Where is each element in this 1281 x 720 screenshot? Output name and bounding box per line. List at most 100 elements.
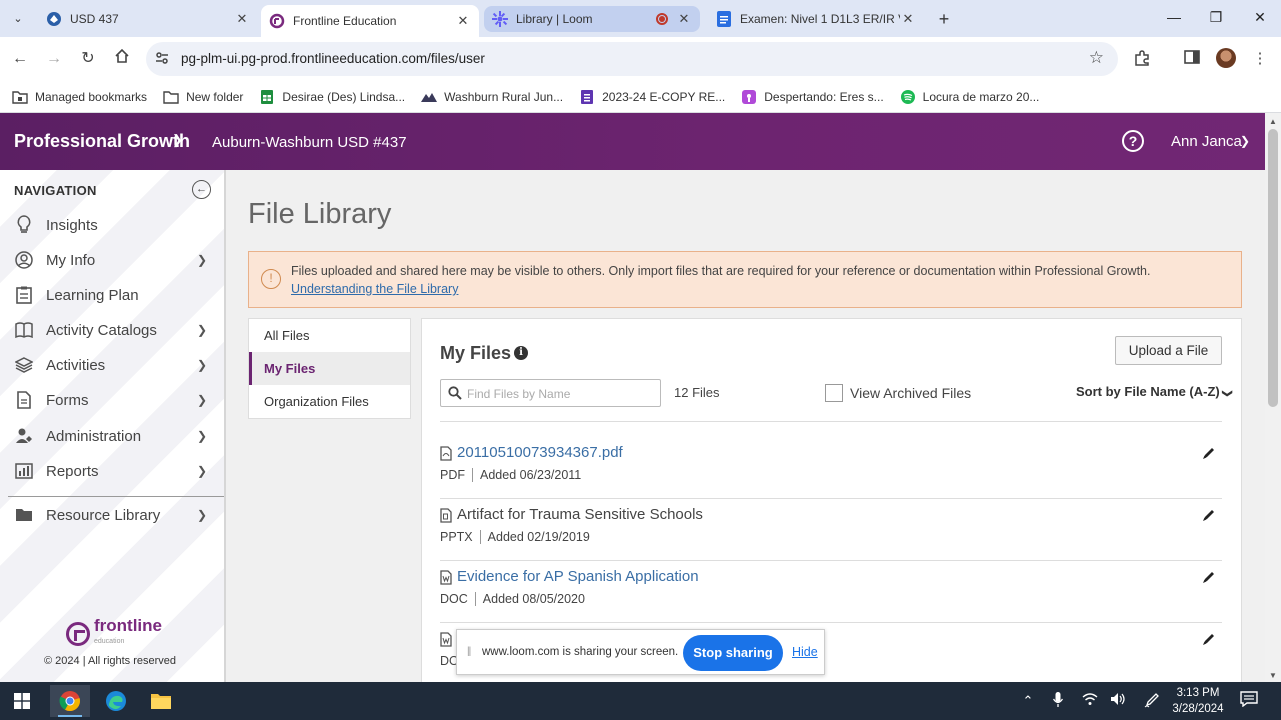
edit-pencil-icon[interactable] (1202, 508, 1216, 525)
file-name-link[interactable]: 20110510073934367.pdf (457, 444, 623, 461)
tab-frontline[interactable]: Frontline Education ✕ (261, 5, 479, 37)
profile-avatar[interactable] (1216, 48, 1236, 68)
close-icon[interactable]: ✕ (676, 11, 692, 27)
sidebar-item-activities[interactable]: Activities ❯ (0, 350, 224, 380)
frontline-logo-mark (66, 622, 90, 646)
chevron-right-icon: ❯ (196, 253, 208, 267)
sidebar-divider (8, 496, 224, 497)
back-icon[interactable]: ← (9, 48, 31, 70)
sidebar-item-reports[interactable]: Reports ❯ (0, 456, 224, 486)
hide-sharing-bar-link[interactable]: Hide (792, 645, 818, 659)
tab-loom[interactable]: Library | Loom ✕ (484, 6, 700, 32)
user-menu[interactable]: Ann Janca (1171, 133, 1242, 150)
windows-start-icon[interactable] (2, 685, 42, 717)
close-icon[interactable]: ✕ (900, 11, 916, 27)
sidebar-item-activity-catalogs[interactable]: Activity Catalogs ❯ (0, 315, 224, 345)
home-icon[interactable] (111, 48, 133, 70)
bookmark-desirae[interactable]: Desirae (Des) Lindsa... (259, 89, 406, 104)
sidebar-item-forms[interactable]: Forms ❯ (0, 385, 224, 415)
tab-my-files[interactable]: My Files (249, 352, 410, 385)
edit-pencil-icon[interactable] (1202, 446, 1216, 463)
close-icon[interactable]: ✕ (234, 11, 250, 27)
sidebar-item-administration[interactable]: Administration ❯ (0, 421, 224, 451)
bookmark-star-icon[interactable]: ☆ (1089, 48, 1104, 68)
loom-favicon-icon (492, 11, 508, 27)
edge-taskbar-icon[interactable] (96, 685, 136, 717)
bookmark-washburn[interactable]: Washburn Rural Jun... (421, 90, 563, 104)
view-archived-toggle[interactable]: View Archived Files (825, 384, 971, 402)
pptx-file-icon (440, 508, 452, 526)
product-switcher[interactable]: Professional Growth (14, 131, 190, 152)
volume-icon[interactable] (1108, 692, 1128, 710)
edit-pencil-icon[interactable] (1202, 632, 1216, 649)
chevron-down-icon[interactable]: ❯ (1240, 134, 1250, 148)
system-clock[interactable]: 3:13 PM 3/28/2024 (1168, 685, 1228, 717)
help-icon[interactable]: ? (1122, 130, 1144, 152)
address-bar[interactable]: pg-plm-ui.pg-prod.frontlineeducation.com… (146, 42, 1118, 76)
browser-menu-icon[interactable]: ⋮ (1250, 49, 1270, 69)
chrome-taskbar-icon[interactable] (50, 685, 90, 717)
new-tab-icon[interactable]: + (934, 9, 954, 30)
bookmark-despertando[interactable]: Despertando: Eres s... (741, 89, 884, 104)
bookmark-managed[interactable]: Managed bookmarks (12, 90, 147, 104)
bookmark-ecopy[interactable]: 2023-24 E-COPY RE... (579, 89, 726, 104)
notifications-icon[interactable] (1240, 691, 1260, 711)
page-scrollbar[interactable]: ▲ ▼ (1265, 113, 1281, 682)
restore-icon[interactable]: ❐ (1206, 9, 1226, 26)
folder-icon (163, 90, 179, 104)
chevron-right-icon: ❯ (196, 464, 208, 478)
edit-pencil-icon[interactable] (1202, 570, 1216, 587)
minimize-icon[interactable]: — (1164, 9, 1184, 25)
tab-search-dropdown-icon[interactable]: ⌄ (8, 9, 28, 29)
archived-checkbox[interactable] (825, 384, 843, 402)
frontline-logo: frontline education (66, 617, 162, 650)
microphone-icon[interactable] (1048, 692, 1068, 710)
divider (440, 421, 1222, 422)
reload-icon[interactable]: ↻ (77, 48, 99, 70)
close-icon[interactable]: ✕ (455, 13, 471, 29)
collapse-sidebar-icon[interactable]: ← (192, 180, 211, 199)
archived-label: View Archived Files (850, 385, 972, 401)
tab-organization-files[interactable]: Organization Files (249, 385, 410, 418)
site-info-icon[interactable] (154, 50, 170, 69)
info-icon[interactable]: i (514, 346, 528, 360)
sidebar: NAVIGATION ← Insights My Info ❯ Learning… (0, 170, 226, 682)
stop-sharing-button[interactable]: Stop sharing (683, 635, 783, 671)
upload-file-button[interactable]: Upload a File (1115, 336, 1222, 365)
spotify-icon (900, 89, 916, 104)
book-icon (13, 320, 35, 340)
lightbulb-icon (13, 215, 35, 235)
file-explorer-icon[interactable] (141, 685, 181, 717)
drag-handle-icon[interactable]: || (467, 646, 471, 657)
tab-all-files[interactable]: All Files (249, 319, 410, 352)
sidebar-item-learning-plan[interactable]: Learning Plan (0, 280, 224, 310)
scroll-down-icon[interactable]: ▼ (1269, 671, 1277, 680)
window-close-icon[interactable]: ✕ (1250, 9, 1270, 26)
sheets-icon (259, 89, 275, 104)
bookmark-label: Desirae (Des) Lindsa... (282, 89, 406, 104)
sidebar-item-insights[interactable]: Insights (0, 210, 224, 240)
wifi-icon[interactable] (1080, 692, 1100, 710)
tab-examen[interactable]: Examen: Nivel 1 D1L3 ER/IR Ve ✕ (708, 5, 924, 33)
bookmark-new-folder[interactable]: New folder (163, 90, 243, 104)
sort-dropdown[interactable]: Sort by File Name (A-Z) ❯ (1076, 384, 1233, 399)
understanding-file-library-link[interactable]: Understanding the File Library (291, 282, 458, 296)
file-name-link[interactable]: Evidence for AP Spanish Application (457, 568, 699, 585)
recording-icon (656, 13, 668, 25)
bookmark-locura[interactable]: Locura de marzo 20... (900, 89, 1039, 104)
pen-icon[interactable] (1142, 692, 1162, 710)
sidebar-item-my-info[interactable]: My Info ❯ (0, 245, 224, 275)
tab-title: Frontline Education (293, 14, 397, 28)
sidebar-item-resource-library[interactable]: Resource Library ❯ (0, 500, 224, 530)
scrollbar-thumb[interactable] (1268, 129, 1278, 407)
forward-icon[interactable]: → (43, 48, 65, 70)
scroll-up-icon[interactable]: ▲ (1269, 117, 1277, 126)
bookmark-label: 2023-24 E-COPY RE... (602, 89, 726, 104)
search-input[interactable]: Find Files by Name (440, 379, 661, 407)
side-panel-icon[interactable] (1182, 49, 1202, 69)
chevron-down-icon[interactable]: ❯ (172, 132, 183, 148)
show-hidden-icons-icon[interactable]: ⌃ (1018, 692, 1038, 710)
tab-usd437[interactable]: USD 437 ✕ (38, 5, 258, 33)
extensions-icon[interactable] (1132, 49, 1152, 69)
file-name[interactable]: Artifact for Trauma Sensitive Schools (457, 506, 703, 523)
